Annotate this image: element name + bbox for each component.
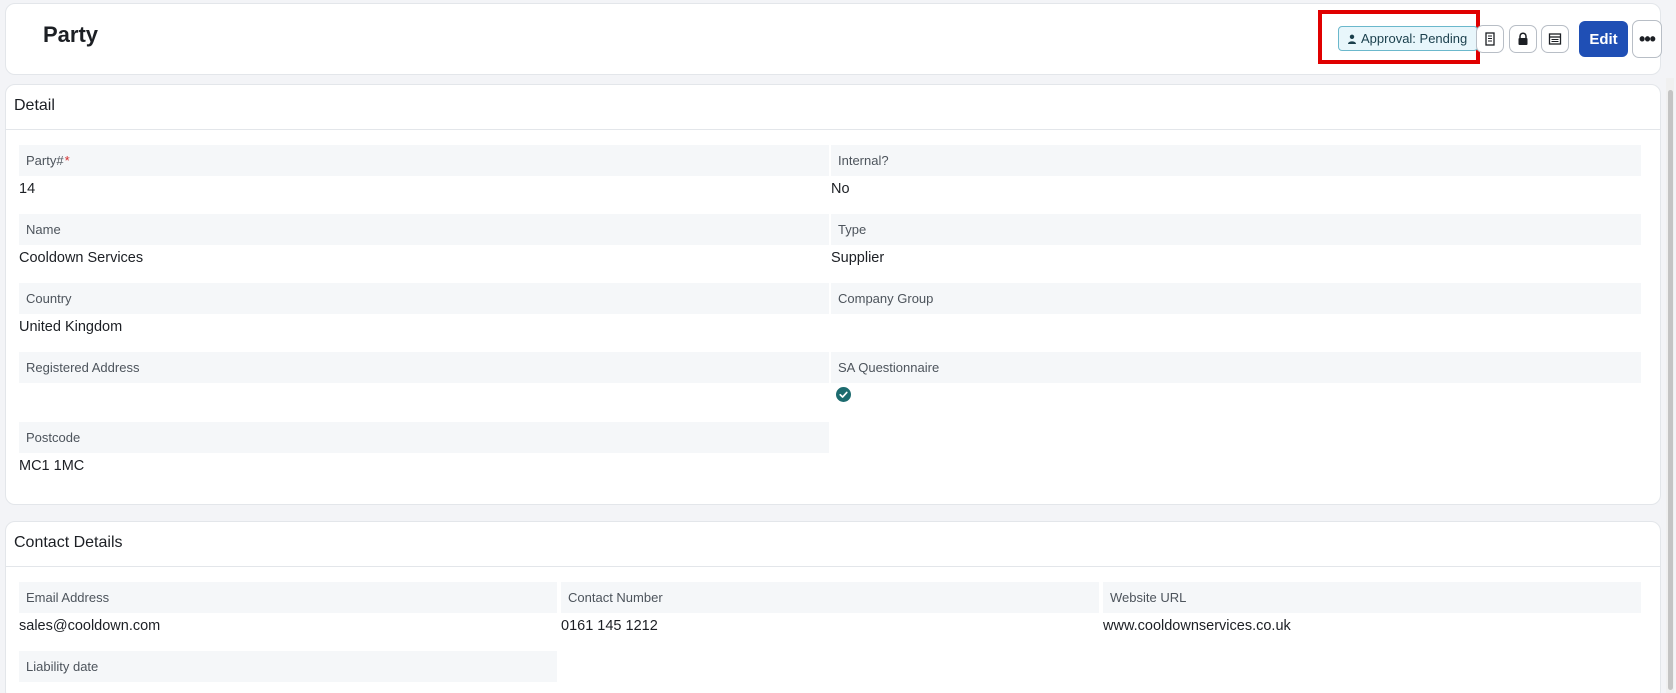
party-number-value: 14: [19, 181, 36, 197]
country-value: United Kingdom: [19, 319, 123, 335]
email-value: sales@cooldown.com: [19, 618, 161, 634]
approval-status-badge[interactable]: Approval: Pending: [1338, 26, 1479, 51]
email-label: Email Address: [19, 582, 557, 613]
window-icon: [1548, 33, 1562, 45]
postcode-label: Postcode: [19, 422, 829, 453]
scrollbar-thumb[interactable]: [1668, 90, 1673, 690]
lock-button[interactable]: [1509, 25, 1537, 53]
contact-number-value: 0161 145 1212: [561, 618, 658, 634]
liability-date-label: Liability date: [19, 651, 557, 682]
website-url-label: Website URL: [1103, 582, 1641, 613]
postcode-value: MC1 1MC: [19, 458, 85, 474]
internal-value: No: [831, 181, 850, 197]
type-value: Supplier: [831, 250, 885, 266]
window-button[interactable]: [1541, 25, 1569, 53]
page-title: Party: [43, 22, 99, 47]
document-icon: [1485, 32, 1495, 46]
type-label: Type: [831, 214, 1641, 245]
detail-divider: [5, 129, 1661, 130]
name-value: Cooldown Services: [19, 250, 144, 266]
user-icon: [1348, 34, 1356, 44]
internal-label: Internal?: [831, 145, 1641, 176]
website-url-value: www.cooldownservices.co.uk: [1103, 618, 1291, 634]
sa-questionnaire-label: SA Questionnaire: [831, 352, 1641, 383]
party-number-label: Party# *: [19, 145, 829, 176]
company-group-label: Company Group: [831, 283, 1641, 314]
country-label: Country: [19, 283, 829, 314]
name-label: Name: [19, 214, 829, 245]
contact-divider: [5, 566, 1661, 567]
edit-button[interactable]: Edit: [1579, 21, 1628, 57]
detail-section-title: Detail: [14, 97, 55, 114]
required-marker: *: [64, 153, 70, 168]
check-circle-icon: [836, 387, 851, 402]
approval-status-label: Approval: Pending: [1361, 31, 1468, 46]
contact-number-label: Contact Number: [561, 582, 1099, 613]
document-button[interactable]: [1476, 25, 1504, 53]
lock-icon: [1518, 32, 1528, 45]
registered-address-label: Registered Address: [19, 352, 829, 383]
more-options-button[interactable]: •••: [1632, 20, 1662, 58]
contact-section-title: Contact Details: [14, 534, 123, 551]
